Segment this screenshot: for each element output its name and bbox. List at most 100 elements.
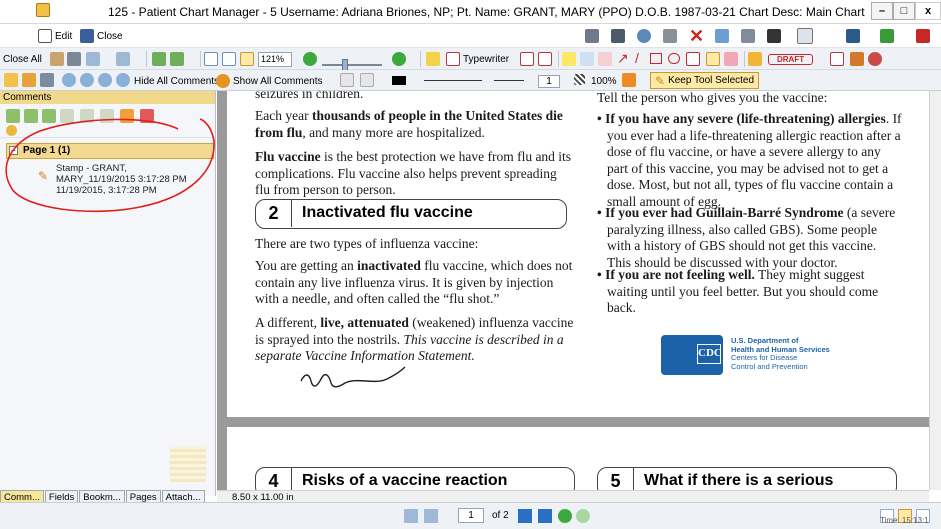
stamp-tool-icon[interactable] <box>748 52 762 66</box>
film-icon[interactable] <box>767 29 781 43</box>
print-preview-icon[interactable] <box>585 29 599 43</box>
main-toolbar: Edit Close ✕ <box>0 24 941 48</box>
collapse-toggle[interactable]: − <box>9 146 18 155</box>
vertical-scrollbar[interactable] <box>929 91 941 490</box>
sticky-note-icon[interactable] <box>426 52 440 66</box>
strikeout-text-icon[interactable] <box>598 52 612 66</box>
zoom-value[interactable]: 121% <box>258 51 292 67</box>
comment-entry[interactable]: Stamp - GRANT, MARY_11/19/2015 3:17:28 P… <box>56 163 208 196</box>
restore-button[interactable]: □ <box>893 2 915 20</box>
comments-page-group[interactable]: − Page 1 (1) <box>6 143 214 159</box>
pdf-icon[interactable] <box>916 29 930 43</box>
polygon-tool-icon[interactable] <box>686 52 700 66</box>
draft-stamp-button[interactable]: DRAFT <box>768 51 814 67</box>
expand-all-icon[interactable] <box>6 109 20 123</box>
select-tool-icon[interactable] <box>67 52 81 66</box>
pattern-icon[interactable] <box>574 74 585 85</box>
text-run-bold: inactivated <box>357 258 421 273</box>
first-page-icon[interactable] <box>404 509 418 523</box>
line-style-dropdown[interactable] <box>424 80 482 81</box>
comments-list-icon[interactable] <box>4 73 18 87</box>
signature-stamp[interactable] <box>295 359 415 399</box>
line-end-dropdown[interactable] <box>494 80 524 81</box>
filter-icon[interactable] <box>6 125 17 136</box>
opacity-value[interactable]: 100% <box>591 76 617 87</box>
comment-settings-icon[interactable] <box>120 109 134 123</box>
close-all-button[interactable]: Close All <box>3 51 42 67</box>
sound-icon[interactable] <box>868 52 882 66</box>
search-comments-icon[interactable] <box>62 73 76 87</box>
refresh-icon[interactable] <box>116 73 130 87</box>
highlight-text-icon[interactable] <box>562 52 576 66</box>
tools-icon[interactable] <box>663 29 677 43</box>
horizontal-scrollbar[interactable] <box>217 490 929 502</box>
redo-icon[interactable] <box>116 52 130 66</box>
actual-size-icon[interactable] <box>204 52 218 66</box>
zoom-out-icon[interactable] <box>303 52 317 66</box>
callout-icon[interactable] <box>538 52 552 66</box>
doc-bullet: • If you ever had Guillain-Barré Syndrom… <box>597 205 902 271</box>
note-icon[interactable] <box>22 73 36 87</box>
typewriter-button[interactable]: Typewriter <box>446 51 509 67</box>
hide-all-comments-button[interactable]: Hide All Comments <box>134 73 219 89</box>
reply-icon[interactable] <box>80 109 94 123</box>
check-icon[interactable] <box>100 109 114 123</box>
previous-comment-icon[interactable] <box>80 73 94 87</box>
zoom-out-tool-icon[interactable] <box>170 52 184 66</box>
textbox-icon[interactable] <box>520 52 534 66</box>
close-button[interactable]: Close <box>80 28 123 44</box>
forward-view-icon[interactable] <box>576 509 590 523</box>
pencil-tool-icon[interactable] <box>706 52 720 66</box>
line-width-value[interactable]: 1 <box>538 74 560 88</box>
fit-page-icon[interactable] <box>222 52 236 66</box>
next-item-icon[interactable] <box>42 109 56 123</box>
arrow-tool-icon[interactable]: ↗ <box>617 50 629 67</box>
edit-button[interactable]: Edit <box>38 28 72 44</box>
link-tool-icon[interactable] <box>830 52 844 66</box>
minimize-button[interactable]: – <box>871 2 893 20</box>
eraser-tool-icon[interactable] <box>724 52 738 66</box>
ellipse-tool-icon[interactable] <box>668 53 680 64</box>
scan-icon[interactable] <box>715 29 729 43</box>
document-view[interactable]: seizures in children. Each year thousand… <box>217 91 929 490</box>
undo-icon[interactable] <box>86 52 100 66</box>
opacity-field[interactable]: 100% <box>591 73 617 89</box>
zoom-combo[interactable]: 121% <box>258 51 292 67</box>
export-icon[interactable] <box>880 29 894 43</box>
fit-width-icon[interactable] <box>240 52 254 66</box>
line-width-field[interactable]: 1 <box>538 73 560 89</box>
underline-text-icon[interactable] <box>580 52 594 66</box>
current-page-field[interactable]: 1 <box>458 508 484 523</box>
comments-panel-header: Comments <box>0 91 215 104</box>
summarize-icon[interactable] <box>140 109 154 123</box>
color-swatch-black[interactable] <box>392 76 406 85</box>
next-page-icon[interactable] <box>518 509 532 523</box>
rectangle-tool-icon[interactable] <box>650 53 662 64</box>
app-icon[interactable] <box>36 3 50 17</box>
collapse-all-icon[interactable] <box>24 109 38 123</box>
attach-file-icon[interactable] <box>850 52 864 66</box>
document-stack-icon[interactable] <box>797 28 813 44</box>
delete-icon[interactable]: ✕ <box>689 26 704 47</box>
zoom-slider-track[interactable] <box>322 59 382 71</box>
previous-page-icon[interactable] <box>424 509 438 523</box>
show-all-comments-button[interactable]: Show All Comments <box>216 73 322 89</box>
back-view-icon[interactable] <box>558 509 572 523</box>
hand-tool-icon[interactable] <box>50 52 64 66</box>
zoom-in-tool-icon[interactable] <box>152 52 166 66</box>
close-window-button[interactable]: x <box>915 2 941 20</box>
next-comment-icon[interactable] <box>98 73 112 87</box>
pen-icon[interactable] <box>40 73 54 87</box>
zoom-in-icon[interactable] <box>392 52 406 66</box>
line-color-icon[interactable] <box>340 73 354 87</box>
last-page-icon[interactable] <box>538 509 552 523</box>
gear-icon[interactable] <box>637 29 651 43</box>
previous-item-icon[interactable] <box>60 109 74 123</box>
color-picker-icon[interactable] <box>622 73 636 87</box>
line-tool-icon[interactable]: / <box>635 50 639 66</box>
print-icon[interactable] <box>611 29 625 43</box>
image-icon[interactable] <box>741 29 755 43</box>
fill-color-icon[interactable] <box>360 73 374 87</box>
monitor-icon[interactable] <box>846 29 860 43</box>
keep-tool-selected-button[interactable]: ✎ Keep Tool Selected <box>650 72 760 89</box>
